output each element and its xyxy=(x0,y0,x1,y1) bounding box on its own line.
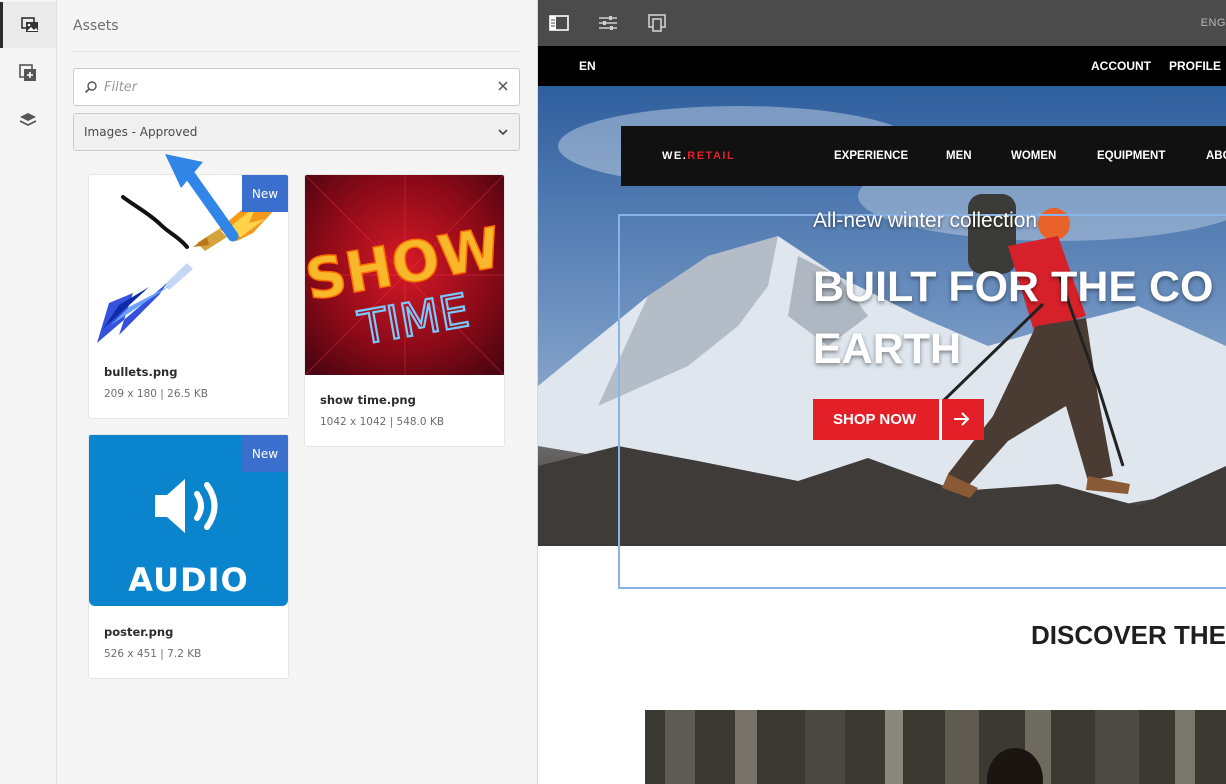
chevron-down-icon xyxy=(498,129,508,136)
hero-kicker: All-new winter collection xyxy=(813,209,1038,232)
left-rail xyxy=(0,0,57,784)
side-panel-icon xyxy=(549,15,569,31)
assets-panel: Assets Images - Approved xyxy=(57,0,538,784)
layers-icon xyxy=(19,113,37,127)
speaker-icon xyxy=(155,479,218,533)
site-logo[interactable]: WE.RETAIL xyxy=(662,150,735,162)
new-badge: New xyxy=(242,435,288,472)
nav-item-about[interactable]: ABO xyxy=(1206,150,1226,162)
panel-title: Assets xyxy=(73,18,119,34)
shop-now-button[interactable]: SHOP NOW xyxy=(813,399,984,440)
asset-card-show-time[interactable]: SHOW TIME show time.png 1042 x 1042 | 54… xyxy=(304,174,505,447)
nav-item-experience[interactable]: EXPERIENCE xyxy=(834,150,908,162)
divider xyxy=(73,51,519,52)
language-link[interactable]: EN xyxy=(579,59,596,73)
properties-icon xyxy=(599,16,617,30)
filter-field[interactable] xyxy=(73,68,520,106)
button-separator xyxy=(939,399,942,440)
asset-name: show time.png xyxy=(320,393,416,407)
toggle-side-panel-button[interactable] xyxy=(549,13,569,33)
rail-assets-button[interactable] xyxy=(0,2,56,48)
editor-toolbar: ENG xyxy=(538,0,1226,46)
asset-thumbnail[interactable]: SHOW TIME xyxy=(305,175,504,375)
profile-link[interactable]: PROFILE xyxy=(1169,59,1221,73)
page-properties-button[interactable] xyxy=(598,13,618,33)
asset-name: bullets.png xyxy=(104,365,178,379)
annotation-arrow xyxy=(165,154,239,242)
asset-type-value: Images - Approved xyxy=(84,125,198,139)
asset-meta: 526 x 451 | 7.2 KB xyxy=(104,648,202,660)
section-heading: DISCOVER THE xyxy=(1031,620,1226,650)
site-navbar: WE.RETAIL EXPERIENCE MEN WOMEN EQUIPMENT… xyxy=(621,126,1226,186)
components-icon xyxy=(19,64,36,81)
shop-now-label: SHOP NOW xyxy=(833,411,917,428)
asset-card-poster[interactable]: AUDIO New poster.png 526 x 451 | 7.2 KB xyxy=(88,434,289,679)
rail-components-button[interactable] xyxy=(0,50,56,96)
asset-name: poster.png xyxy=(104,625,174,639)
rail-layers-button[interactable] xyxy=(0,97,56,143)
arrow-right-icon xyxy=(954,412,970,426)
site-topbar: EN ACCOUNT PROFILE xyxy=(538,46,1226,86)
account-link[interactable]: ACCOUNT xyxy=(1091,59,1151,73)
feature-image[interactable] xyxy=(645,710,1226,784)
hero-headline: BUILT FOR THE CO EARTH xyxy=(813,263,1214,373)
nav-item-women[interactable]: WOMEN xyxy=(1011,150,1056,162)
language-label[interactable]: ENG xyxy=(1201,17,1226,29)
page-preview: EN ACCOUNT PROFILE WE.RETAIL EXPERIENCE … xyxy=(538,46,1226,784)
asset-meta: 1042 x 1042 | 548.0 KB xyxy=(320,416,445,428)
emulator-button[interactable] xyxy=(647,13,667,33)
audio-art-text: AUDIO xyxy=(128,561,249,599)
asset-meta: 209 x 180 | 26.5 KB xyxy=(104,388,208,400)
emulator-icon xyxy=(648,14,666,32)
search-icon xyxy=(84,81,97,94)
nav-item-equipment[interactable]: EQUIPMENT xyxy=(1097,150,1165,162)
nav-item-men[interactable]: MEN xyxy=(946,150,972,162)
assets-icon xyxy=(20,17,38,32)
show-time-image: SHOW TIME xyxy=(305,175,504,375)
asset-type-select[interactable]: Images - Approved xyxy=(73,113,520,151)
clear-icon[interactable] xyxy=(497,80,509,92)
filter-input[interactable] xyxy=(104,77,484,97)
forest-image xyxy=(645,710,1226,784)
